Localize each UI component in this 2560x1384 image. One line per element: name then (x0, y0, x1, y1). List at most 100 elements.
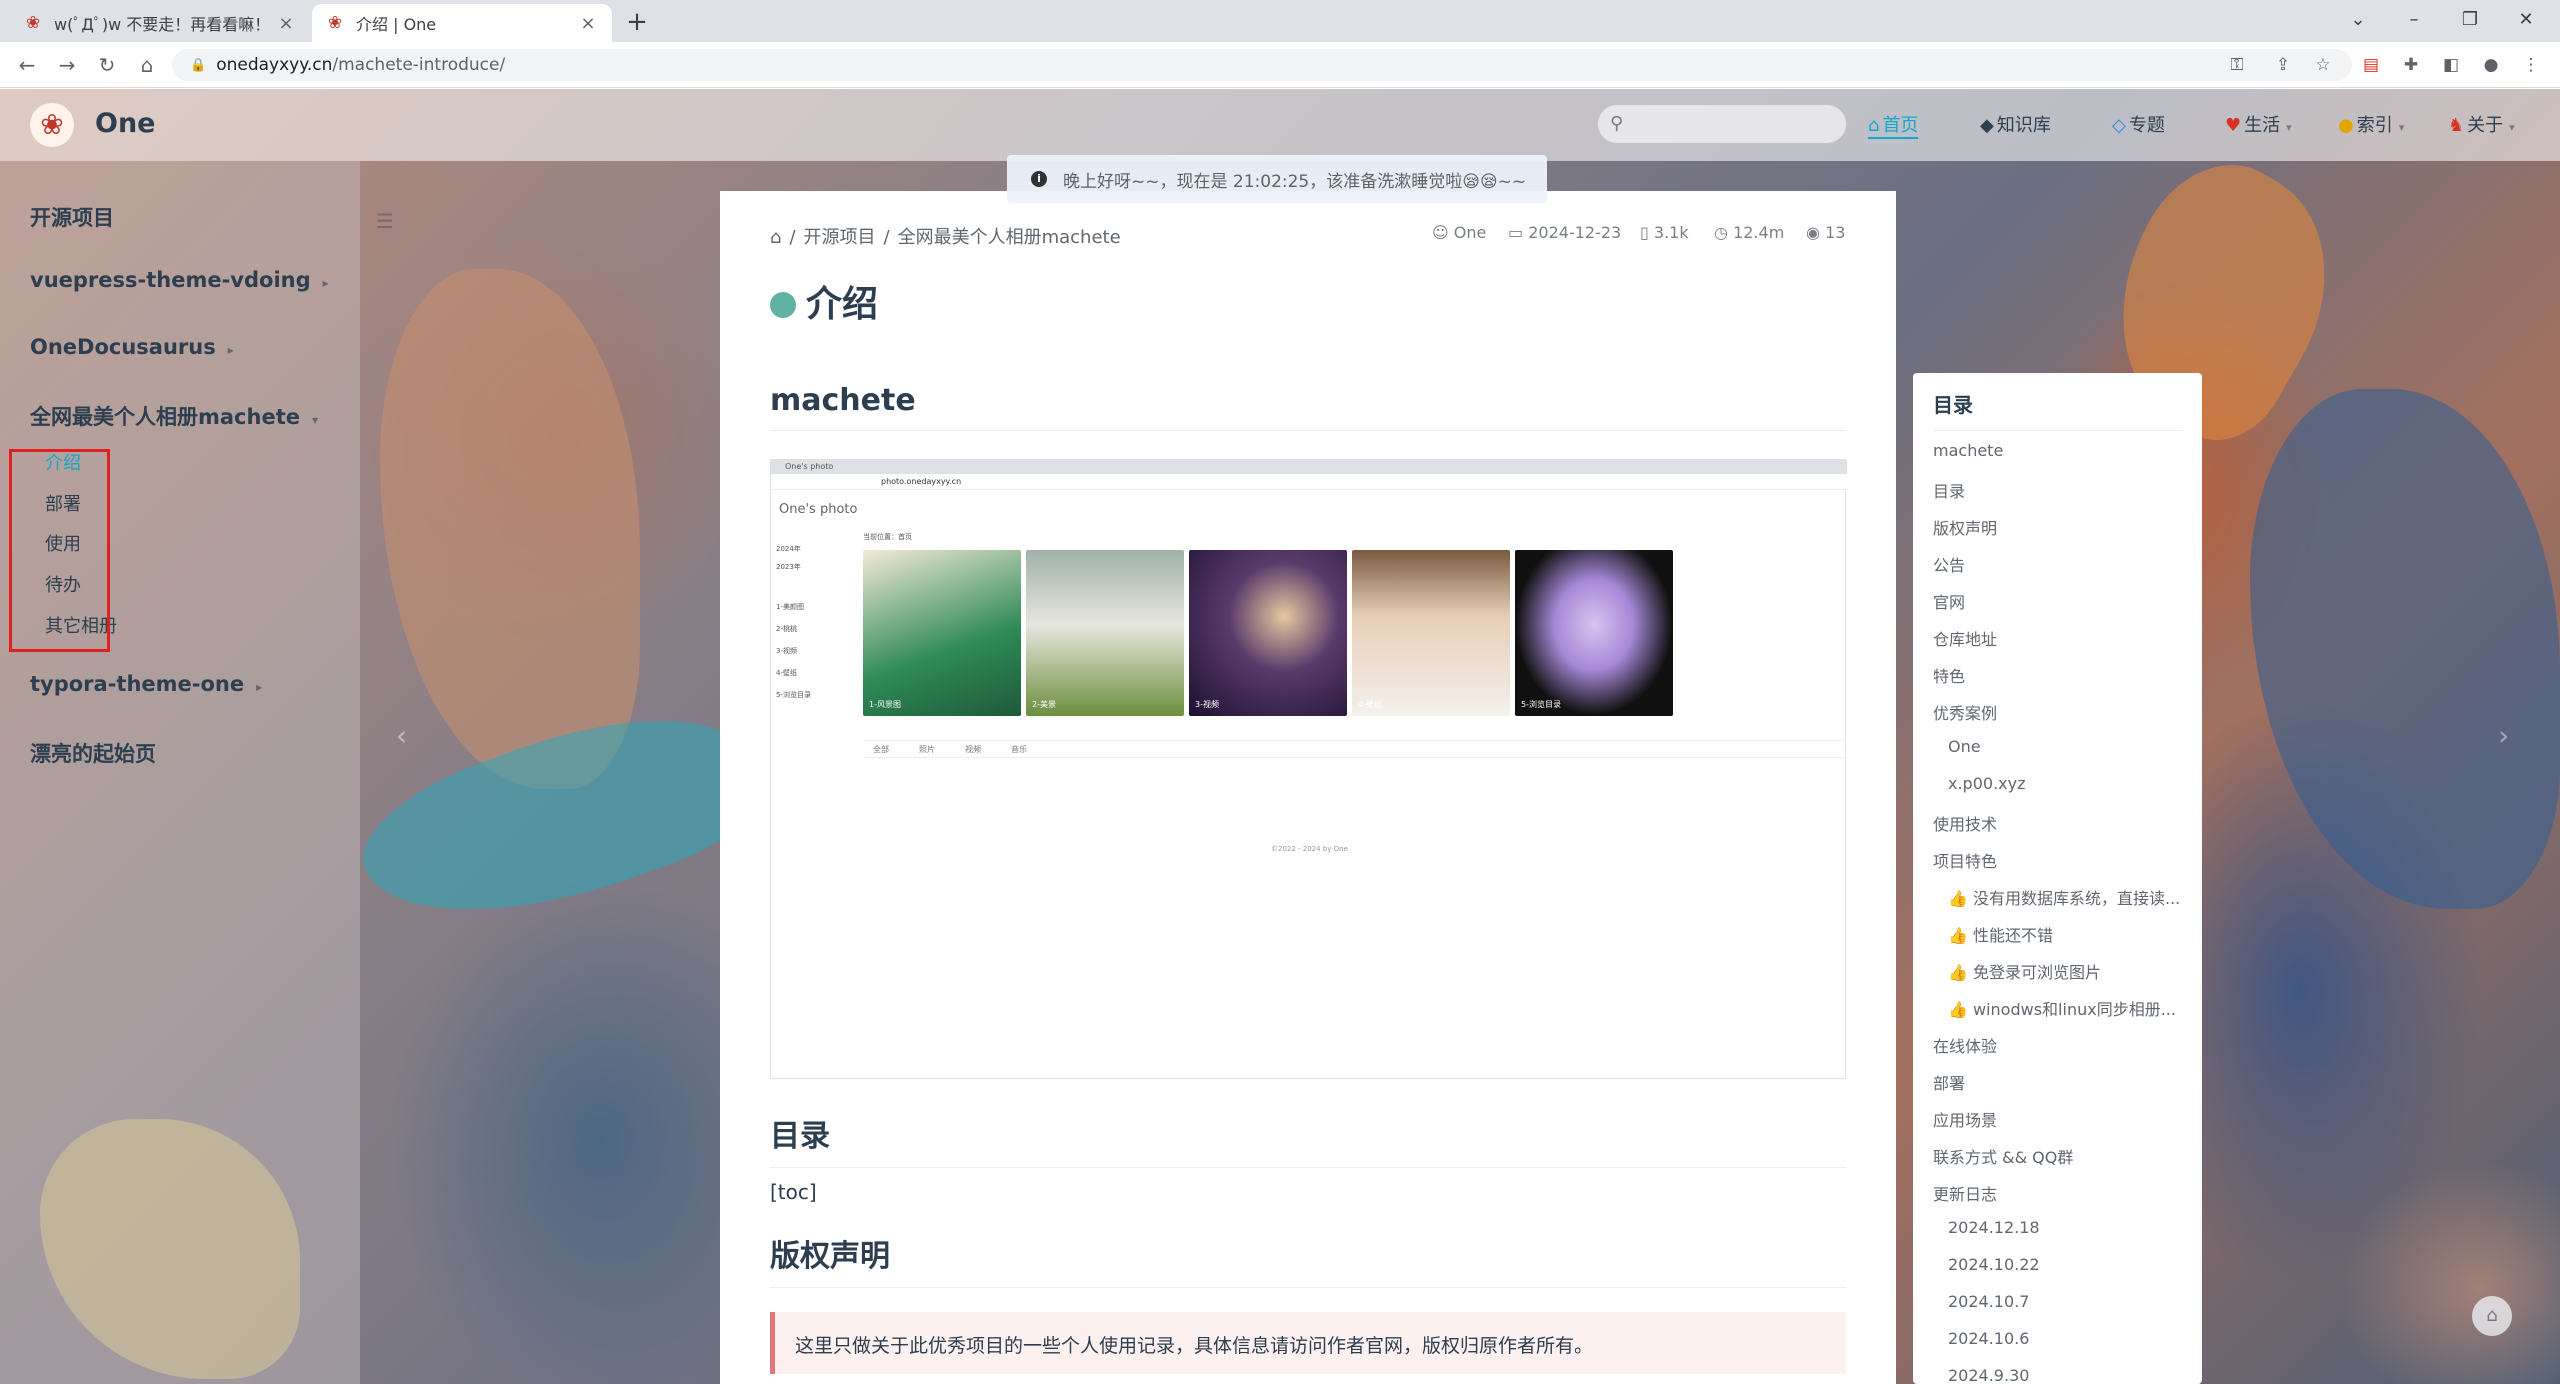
toc-item[interactable]: 2024.10.6 (1948, 1329, 2188, 1348)
toc-item[interactable]: 👍 winodws和linux同步相册... (1948, 996, 2188, 1020)
toc-item[interactable]: 优秀案例 (1933, 700, 2188, 724)
toc-item[interactable]: 部署 (1933, 1070, 2188, 1094)
sidebar-item-onedocusaurus[interactable]: OneDocusaurus ▸ (30, 335, 234, 359)
sidebar-item-typora[interactable]: typora-theme-one ▸ (30, 672, 262, 696)
toc-item[interactable]: 👍 免登录可浏览图片 (1948, 959, 2188, 983)
screenshot-breadcrumb: 当前位置：首页 (863, 533, 912, 541)
chevron-right-icon[interactable]: › (2498, 719, 2509, 752)
toc-item[interactable]: 2024.10.7 (1948, 1292, 2188, 1311)
article-screenshot-image: One's photo photo.onedayxyy.cn One's pho… (770, 459, 1847, 1079)
breadcrumb-item[interactable]: 开源项目 (804, 227, 876, 248)
eye-icon: ◉ (1806, 223, 1820, 242)
toc-item[interactable]: 版权声明 (1933, 515, 2188, 539)
browser-tab[interactable]: ❀ w(ﾟДﾟ)w 不要走！再看看嘛！ × (10, 4, 310, 42)
url-input[interactable]: 🔒 onedayxyy.cn/machete-introduce/ (172, 49, 2352, 81)
screenshot-url: photo.onedayxyy.cn (771, 474, 1847, 490)
site-logo-icon[interactable]: ❀ (30, 103, 74, 147)
site-favicon-icon: ❀ (25, 13, 41, 33)
info-icon: i (1031, 171, 1047, 187)
nav-link-index[interactable]: ● 索引 ▾ (2338, 111, 2404, 139)
menu-kebab-icon[interactable]: ⋮ (2520, 54, 2542, 76)
book-icon: ▯ (1640, 223, 1649, 242)
toc-item[interactable]: One (1948, 737, 2188, 756)
toc-item[interactable]: 👍 没有用数据库系统，直接读... (1948, 885, 2188, 909)
toc-item[interactable]: 项目特色 (1933, 848, 2188, 872)
page-viewport: ❀ One ⚲ ⌂ 首页 ◆ 知识库 ◇ 专题 ♥ 生活 ▾ ● 索引 ▾ ♞ 关于 ▾ ☰ 开源… (0, 89, 2560, 1384)
sidebar-item-machete[interactable]: 全网最美个人相册machete ▾ (30, 401, 318, 431)
screenshot-brand: One's photo (779, 502, 858, 517)
site-search-input[interactable]: ⚲ (1597, 104, 1847, 144)
sidebar-item-vdoing[interactable]: vuepress-theme-vdoing ▸ (30, 268, 329, 292)
key-icon[interactable]: ⚿ (2226, 54, 2248, 76)
nav-link-life[interactable]: ♥ 生活 ▾ (2225, 111, 2292, 139)
nav-link-topics[interactable]: ◇ 专题 (2112, 111, 2165, 139)
meta-author[interactable]: ☺ One (1432, 223, 1486, 242)
toc-item[interactable]: 仓库地址 (1933, 626, 2188, 650)
home-icon: ⌂ (1868, 115, 1880, 136)
toc-item[interactable]: 官网 (1933, 589, 2188, 613)
site-name[interactable]: One (95, 108, 156, 139)
breadcrumb-item[interactable]: 全网最美个人相册machete (898, 227, 1121, 248)
toc-item[interactable]: x.p00.xyz (1948, 774, 2188, 793)
background-art (380, 269, 640, 789)
close-tab-icon[interactable]: × (276, 13, 296, 34)
toc-item[interactable]: 更新日志 (1933, 1181, 2188, 1205)
home-icon[interactable]: ⌂ (132, 50, 162, 80)
screenshot-side-item: 3-视频 (776, 647, 797, 655)
toc-item[interactable]: 👍 性能还不错 (1948, 922, 2188, 946)
nav-link-home[interactable]: ⌂ 首页 (1868, 111, 1919, 139)
page-icon (770, 292, 796, 318)
site-favicon-icon: ❀ (327, 13, 343, 33)
toc-item[interactable]: 目录 (1933, 478, 2188, 502)
screenshot-side-item: 1-美颜图 (776, 603, 804, 611)
side-panel-icon[interactable]: ◧ (2440, 54, 2462, 76)
toc-item[interactable]: 联系方式 && QQ群 (1933, 1144, 2188, 1168)
sidebar-item-open-source[interactable]: 开源项目 (30, 202, 114, 232)
toc-item[interactable]: 应用场景 (1933, 1107, 2188, 1131)
greeting-notification: i 晚上好呀~~，现在是 21:02:25，该准备洗漱睡觉啦😪😪~~ (1007, 155, 1547, 203)
toc-item[interactable]: machete (1933, 441, 2188, 460)
url-host: onedayxyy.cn (216, 55, 333, 75)
chevron-down-icon: ▾ (2286, 121, 2292, 134)
forward-icon[interactable]: → (52, 50, 82, 80)
photo-thumbnail: 3-视频 (1189, 550, 1347, 716)
toc-item[interactable]: 在线体验 (1933, 1033, 2188, 1057)
profile-avatar-icon[interactable]: ● (2480, 54, 2502, 76)
sidebar-toggle-icon[interactable]: ☰ (376, 209, 400, 233)
new-tab-icon[interactable]: + (622, 8, 652, 38)
chevron-left-icon[interactable]: ‹ (396, 719, 407, 752)
extension-icon[interactable]: ▤ (2360, 54, 2382, 76)
page-title: 介绍 (770, 275, 878, 327)
browser-tab-strip: ❀ w(ﾟДﾟ)w 不要走！再看看嘛！ × ❀ 介绍 | One × + ⌄ –… (0, 0, 2560, 42)
nav-link-knowledge[interactable]: ◆ 知识库 (1980, 111, 2051, 139)
tab-search-icon[interactable]: ⌄ (2330, 0, 2386, 38)
table-of-contents: 目录 machete 目录 版权声明 公告 官网 仓库地址 特色 优秀案例 One x.p00.x… (1913, 373, 2202, 1384)
breadcrumb: ⌂ / 开源项目 / 全网最美个人相册machete (770, 227, 1121, 248)
toc-item[interactable]: 公告 (1933, 552, 2188, 576)
screenshot-side-item: 2024年 (776, 545, 801, 553)
toc-item[interactable]: 特色 (1933, 663, 2188, 687)
reload-icon[interactable]: ↻ (92, 50, 122, 80)
close-tab-icon[interactable]: × (578, 13, 598, 34)
toc-item[interactable]: 2024.10.22 (1948, 1255, 2188, 1274)
share-icon[interactable]: ⇪ (2272, 54, 2294, 76)
back-to-top-icon[interactable]: ⌂ (2472, 1296, 2512, 1336)
book-icon: ◆ (1980, 115, 1994, 136)
toc-item[interactable]: 使用技术 (1933, 811, 2188, 835)
nav-link-about[interactable]: ♞ 关于 ▾ (2448, 111, 2515, 139)
bookmark-star-icon[interactable]: ☆ (2312, 54, 2334, 76)
minimize-icon[interactable]: – (2386, 0, 2442, 38)
screenshot-side-item: 2-桃桃 (776, 625, 797, 633)
chevron-right-icon: ▸ (227, 343, 234, 357)
sidebar-item-startpage[interactable]: 漂亮的起始页 (30, 738, 156, 768)
toc-item[interactable]: 2024.9.30 (1948, 1366, 2188, 1384)
heading-machete: machete (770, 383, 1846, 431)
toc-item[interactable]: 2024.12.18 (1948, 1218, 2188, 1237)
browser-tab-active[interactable]: ❀ 介绍 | One × (312, 4, 612, 42)
home-icon[interactable]: ⌂ (770, 227, 781, 248)
screenshot-side-item: 4-壁纸 (776, 669, 797, 677)
puzzle-icon[interactable]: ✚ (2400, 54, 2422, 76)
restore-icon[interactable]: ❐ (2442, 0, 2498, 38)
close-window-icon[interactable]: ✕ (2498, 0, 2554, 38)
back-icon[interactable]: ← (12, 50, 42, 80)
